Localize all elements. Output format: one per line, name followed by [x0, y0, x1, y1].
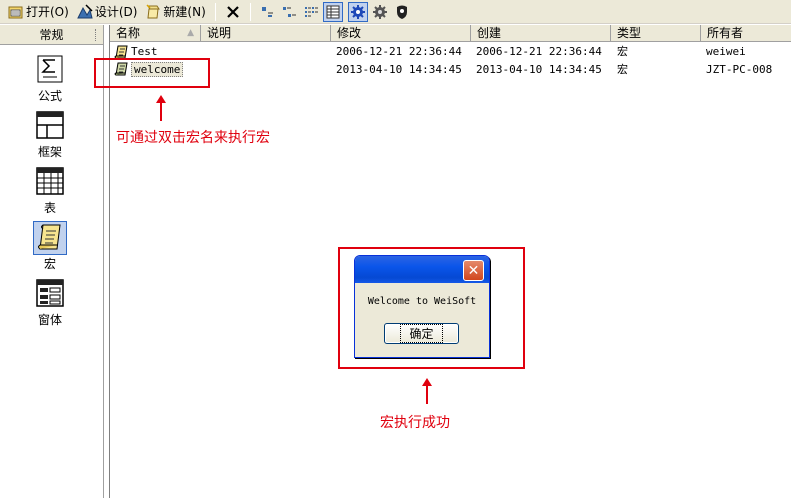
column-header-type[interactable]: 类型 [611, 25, 701, 42]
large-icons-view-button[interactable] [257, 2, 277, 22]
large-icons-icon [261, 6, 273, 17]
open-button-label: 打开(O) [26, 5, 69, 19]
column-header-modified-label: 修改 [337, 26, 362, 40]
annotation-success: 宏执行成功 [380, 415, 450, 431]
small-icons-icon [282, 6, 296, 17]
column-header-created[interactable]: 创建 [471, 25, 611, 42]
details-view-icon [326, 5, 340, 18]
object-frame-label: 框架 [37, 145, 62, 159]
row-owner: weiwei [706, 45, 746, 58]
gear-blue-icon [350, 4, 365, 19]
row-type: 宏 [617, 63, 628, 76]
close-icon[interactable]: ✕ [463, 260, 484, 281]
sort-ascending-icon: ▲ [187, 28, 194, 38]
delete-x-icon [226, 5, 239, 18]
gear-gray-icon [372, 4, 387, 19]
details-view-button[interactable] [322, 1, 343, 22]
object-form[interactable]: 窗体 [22, 277, 78, 328]
object-list: 公式 框架 表 宏 窗体 [0, 45, 103, 498]
toolbar-separator [249, 2, 251, 21]
row-type: 宏 [617, 45, 628, 58]
object-table[interactable]: 表 [22, 165, 78, 216]
permissions-button[interactable] [392, 2, 412, 22]
panel-grip[interactable] [95, 29, 97, 41]
object-form-label: 窗体 [37, 313, 62, 327]
object-type-panel: 常规 公式 框架 表 宏 窗体 [0, 25, 104, 498]
arrow-up-icon [422, 378, 432, 404]
delete-button[interactable] [221, 2, 245, 22]
toolbar: 打开(O) 设计(D) 新建(N) [0, 0, 791, 24]
object-formula-label: 公式 [37, 89, 62, 103]
object-macro-label: 宏 [43, 257, 56, 271]
message-dialog: ✕ Welcome to WeiSoft 确定 [354, 255, 490, 358]
design-button-label: 设计(D) [94, 5, 138, 19]
highlight-box-welcome [94, 58, 210, 88]
table-row[interactable]: welcome 2013-04-10 14:34:45 2013-04-10 1… [110, 61, 791, 78]
list-view-icon [304, 6, 318, 17]
column-header-name[interactable]: 名称 ▲ [110, 25, 201, 42]
table-row[interactable]: Test 2006-12-21 22:36:44 2006-12-21 22:3… [110, 43, 791, 60]
new-button-label: 新建(N) [163, 5, 206, 19]
new-macro-icon [146, 3, 161, 18]
object-table-label: 表 [43, 201, 56, 215]
open-button[interactable]: 打开(O) [4, 2, 73, 22]
column-header-owner-label: 所有者 [707, 26, 744, 40]
panel-header-title: 常规 [39, 28, 64, 42]
row-owner: JZT-PC-008 [706, 63, 773, 76]
open-icon [8, 6, 23, 18]
ok-button-label: 确定 [400, 324, 443, 343]
toolbar-separator [214, 2, 216, 21]
row-modified: 2006-12-21 22:36:44 [336, 45, 462, 58]
table-icon [36, 167, 64, 195]
object-frame[interactable]: 框架 [22, 109, 78, 160]
column-header-description[interactable]: 说明 [201, 25, 331, 42]
arrow-up-icon [156, 95, 166, 121]
row-modified: 2013-04-10 14:34:45 [336, 63, 462, 76]
column-header-name-label: 名称 [116, 26, 141, 40]
macro-settings-button[interactable] [347, 1, 368, 22]
formula-icon [37, 55, 63, 83]
macro-icon [38, 224, 61, 250]
frame-icon [36, 111, 64, 139]
dialog-titlebar[interactable]: ✕ [355, 256, 489, 283]
list-view-button[interactable] [301, 2, 321, 22]
object-macro[interactable]: 宏 [22, 221, 78, 272]
new-button[interactable]: 新建(N) [141, 2, 209, 22]
column-header-modified[interactable]: 修改 [331, 25, 471, 42]
annotation-double-click: 可通过双击宏名来执行宏 [116, 130, 270, 146]
row-created: 2006-12-21 22:36:44 [476, 45, 602, 58]
column-header-owner[interactable]: 所有者 [701, 25, 791, 42]
form-icon [36, 279, 64, 307]
column-header-description-label: 说明 [207, 26, 232, 40]
column-header-type-label: 类型 [617, 26, 642, 40]
run-settings-button[interactable] [370, 2, 390, 22]
user-shield-icon [396, 5, 407, 19]
small-icons-view-button[interactable] [279, 2, 299, 22]
object-formula[interactable]: 公式 [22, 53, 78, 104]
dialog-message: Welcome to WeiSoft [367, 296, 477, 307]
design-icon [77, 3, 93, 18]
column-header-created-label: 创建 [477, 26, 502, 40]
panel-header: 常规 [0, 25, 103, 45]
design-button[interactable]: 设计(D) [73, 2, 142, 22]
row-created: 2013-04-10 14:34:45 [476, 63, 602, 76]
ok-button[interactable]: 确定 [384, 323, 459, 344]
